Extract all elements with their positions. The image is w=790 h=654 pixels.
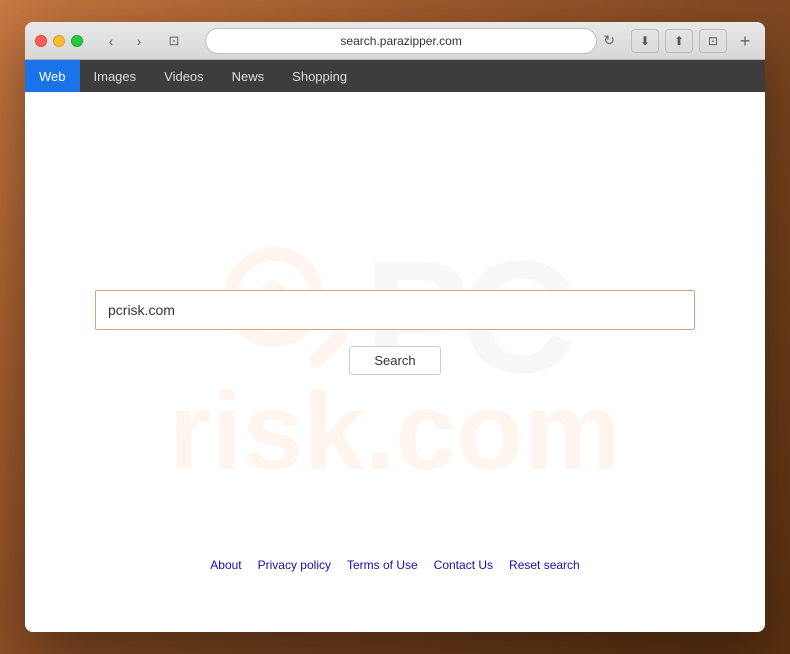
page-content: PC risk.com Search About Privacy policy … bbox=[25, 92, 765, 632]
title-bar: ‹ › ⊡ search.parazipper.com ↻ ⬇ ⬆ ⊡ + bbox=[25, 22, 765, 60]
nav-bar: Web Images Videos News Shopping bbox=[25, 60, 765, 92]
download-button[interactable]: ⬇ bbox=[631, 29, 659, 53]
footer-reset-link[interactable]: Reset search bbox=[509, 558, 580, 572]
url-text: search.parazipper.com bbox=[340, 34, 461, 48]
traffic-lights bbox=[35, 35, 83, 47]
search-area: Search bbox=[25, 290, 765, 375]
footer-terms-link[interactable]: Terms of Use bbox=[347, 558, 418, 572]
minimize-button[interactable] bbox=[53, 35, 65, 47]
add-tab-button[interactable]: + bbox=[735, 31, 755, 51]
share-button[interactable]: ⬆ bbox=[665, 29, 693, 53]
browser-window: ‹ › ⊡ search.parazipper.com ↻ ⬇ ⬆ ⊡ + We… bbox=[25, 22, 765, 632]
footer-links: About Privacy policy Terms of Use Contac… bbox=[210, 558, 579, 572]
reload-button[interactable]: ↻ bbox=[603, 32, 615, 49]
footer-privacy-link[interactable]: Privacy policy bbox=[258, 558, 331, 572]
address-bar-container: search.parazipper.com ↻ bbox=[205, 28, 615, 54]
close-button[interactable] bbox=[35, 35, 47, 47]
footer-about-link[interactable]: About bbox=[210, 558, 241, 572]
back-button[interactable]: ‹ bbox=[99, 29, 123, 53]
toolbar-right: ⬇ ⬆ ⊡ bbox=[631, 29, 727, 53]
tab-news[interactable]: News bbox=[218, 60, 279, 92]
footer-contact-link[interactable]: Contact Us bbox=[434, 558, 493, 572]
tab-images[interactable]: Images bbox=[80, 60, 151, 92]
search-input[interactable] bbox=[95, 290, 695, 330]
watermark-bottom-text: risk.com bbox=[169, 377, 621, 487]
tab-videos[interactable]: Videos bbox=[150, 60, 218, 92]
address-bar[interactable]: search.parazipper.com bbox=[205, 28, 597, 54]
maximize-button[interactable] bbox=[71, 35, 83, 47]
tab-web[interactable]: Web bbox=[25, 60, 80, 92]
fullscreen-button[interactable]: ⊡ bbox=[699, 29, 727, 53]
forward-button[interactable]: › bbox=[127, 29, 151, 53]
tab-shopping[interactable]: Shopping bbox=[278, 60, 361, 92]
nav-buttons: ‹ › bbox=[99, 29, 151, 53]
tab-overview-button[interactable]: ⊡ bbox=[159, 29, 189, 53]
search-button[interactable]: Search bbox=[349, 346, 440, 375]
